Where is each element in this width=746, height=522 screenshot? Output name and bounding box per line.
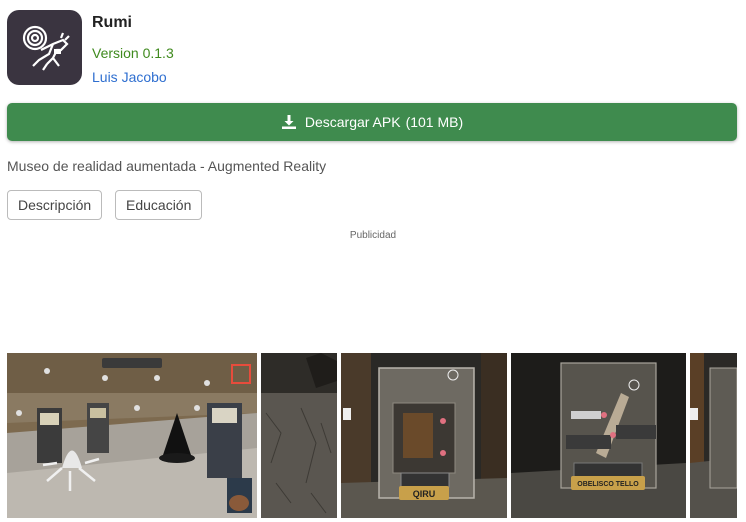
screenshot-1[interactable] (7, 353, 257, 518)
download-apk-button[interactable]: Descargar APK (101 MB) (7, 103, 737, 141)
author-link[interactable]: Luis Jacobo (92, 69, 167, 85)
ad-label: Publicidad (349, 230, 397, 241)
app-tagline: Museo de realidad aumentada - Augmented … (7, 158, 327, 174)
screenshot-4[interactable]: OBELISCO TELLO (511, 353, 686, 518)
download-size: (101 MB) (405, 114, 464, 130)
screenshot-2[interactable] (261, 353, 337, 518)
app-title: Rumi (92, 14, 132, 31)
download-icon (281, 114, 297, 130)
tab-descripcion[interactable]: Descripción (7, 190, 103, 220)
caption-obelisco-tello: OBELISCO TELLO (577, 481, 639, 488)
app-icon (7, 10, 82, 85)
tab-educacion[interactable]: Educación (115, 190, 203, 220)
screenshot-5[interactable] (690, 353, 737, 518)
download-label: Descargar APK (304, 114, 401, 130)
spiral-llama-icon (22, 25, 70, 71)
screenshot-3[interactable]: QIRU (341, 353, 507, 518)
caption-qiru: QIRU (413, 489, 436, 499)
app-version: Version 0.1.3 (92, 45, 174, 61)
screenshot-gallery[interactable]: QIRU OBELISCO TELLO (7, 353, 737, 518)
